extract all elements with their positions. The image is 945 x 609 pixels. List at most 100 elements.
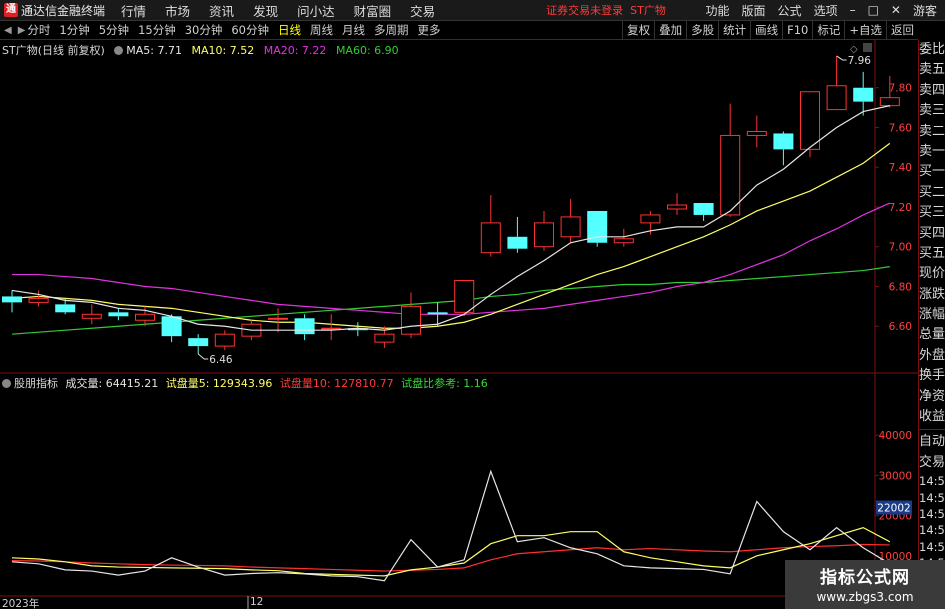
diamond-icon[interactable]: ◇ [850, 44, 858, 55]
tick-time-1: 14:55 [919, 490, 945, 505]
app-logo: 通 通达信金融终端 [0, 0, 109, 21]
candle-up[interactable] [560, 216, 581, 238]
indicator-name[interactable]: 股朋指标 [14, 377, 58, 390]
ma10-line [11, 142, 891, 329]
candle-up[interactable] [480, 222, 501, 254]
candle-down[interactable] [55, 304, 76, 313]
period-tab-4[interactable]: 30分钟 [185, 22, 223, 38]
tool-button-1[interactable]: 叠加 [654, 21, 686, 40]
candle-up[interactable] [800, 91, 820, 150]
quote-field-7: 买二 [919, 184, 945, 200]
date-label-month: 12 [250, 596, 264, 608]
quote-field-15: 外盘 [919, 347, 945, 363]
period-tab-2[interactable]: 5分钟 [99, 22, 129, 38]
candle-up[interactable] [454, 280, 475, 313]
candle-up[interactable] [640, 214, 661, 224]
candle-down[interactable] [427, 312, 448, 315]
candle-up[interactable] [720, 134, 741, 216]
period-tab-6[interactable]: 日线 [278, 22, 301, 38]
candle-up[interactable] [667, 204, 687, 210]
tick-time-2: 14:56 [919, 506, 945, 521]
period-tab-3[interactable]: 15分钟 [138, 22, 176, 38]
quote-panel: 委比 卖五 卖四 卖三 卖二 卖一 买一 买二 买三 买四 买五 现价 涨跌 涨幅 总量 外盘 换手 净资 收益 自动… [918, 40, 945, 609]
ratio-label: 试盘比参考: 1.16 [401, 377, 488, 390]
candle-up[interactable] [321, 327, 342, 330]
settings-circle-icon[interactable] [114, 46, 124, 55]
ma60-label: MA60: 6.90 [335, 44, 399, 57]
low-label: 6.46 [209, 354, 233, 366]
tool-button-7[interactable]: +自选 [844, 21, 886, 40]
candle-down[interactable] [161, 316, 182, 337]
menu-options[interactable]: 选项 [814, 2, 838, 19]
period-tab-10[interactable]: 更多 [417, 22, 440, 38]
menu-item-2[interactable]: 资讯 [209, 1, 234, 20]
login-warning[interactable]: 证券交易未登录 ST广物 [546, 2, 666, 18]
scroll-left-icon[interactable]: ◀ [4, 25, 12, 36]
tool-button-3[interactable]: 统计 [718, 21, 750, 40]
candle-up[interactable] [534, 222, 554, 248]
candle-up[interactable] [268, 317, 288, 320]
quote-field-13: 涨幅 [919, 307, 945, 323]
auto-trade-1[interactable]: 交易 [919, 453, 945, 473]
panel-toggle-icon[interactable] [863, 43, 872, 52]
candle-down[interactable] [853, 87, 874, 102]
tool-button-6[interactable]: 标记 [812, 21, 844, 40]
candle-up[interactable] [879, 97, 900, 107]
right-menu: 功能 版面 公式 选项 – □ ✕ 游客 [694, 2, 945, 19]
tool-button-4[interactable]: 画线 [750, 21, 782, 40]
candle-up[interactable] [826, 85, 847, 111]
tool-button-5[interactable]: F10 [782, 21, 812, 40]
menu-formula[interactable]: 公式 [778, 2, 802, 19]
menu-function[interactable]: 功能 [706, 2, 730, 19]
candle-up[interactable] [81, 313, 102, 319]
period-tab-8[interactable]: 月线 [342, 22, 365, 38]
tool-button-8[interactable]: 返回 [886, 21, 918, 40]
period-tab-0[interactable]: 分时 [27, 22, 50, 38]
candle-up[interactable] [28, 297, 49, 303]
panel-divider [919, 429, 945, 431]
auto-trade-0[interactable]: 自动 [919, 432, 945, 452]
vol10-label: 试盘量10: 127810.77 [279, 377, 394, 390]
candle-up[interactable] [214, 333, 235, 347]
menu-item-3[interactable]: 发现 [253, 1, 278, 20]
period-tab-7[interactable]: 周线 [310, 22, 333, 38]
scroll-right-icon[interactable]: ▶ [18, 25, 26, 36]
period-tab-9[interactable]: 多周期 [374, 22, 409, 38]
menu-item-4[interactable]: 问小达 [297, 1, 335, 20]
candle-down[interactable] [188, 338, 209, 347]
indicator-circle-icon[interactable] [2, 379, 11, 388]
kline-legend: ST广物(日线 前复权) MA5: 7.71 MA10: 7.52 MA20: … [2, 42, 399, 58]
date-label-year: 2023年 [2, 598, 40, 609]
menu-layout[interactable]: 版面 [742, 2, 766, 19]
quote-field-0: 委比 [919, 42, 945, 57]
tool-button-0[interactable]: 复权 [622, 21, 654, 40]
period-tab-5[interactable]: 60分钟 [231, 22, 269, 38]
quote-field-2: 卖四 [919, 82, 945, 98]
candle-down[interactable] [693, 203, 714, 215]
guest-user[interactable]: 游客 [913, 2, 937, 19]
kline-chart[interactable]: 7.80 7.60 7.40 7.20 7.00 6.80 6.60 40000 30000 20… [0, 40, 918, 609]
tool-button-2[interactable]: 多股 [686, 21, 718, 40]
candle-down[interactable] [773, 133, 794, 150]
close-icon[interactable]: ✕ [891, 3, 901, 17]
candle-down[interactable] [294, 318, 315, 335]
candle-up[interactable] [613, 238, 634, 244]
candle-up[interactable] [401, 305, 421, 335]
candle-down[interactable] [507, 236, 528, 249]
period-tab-1[interactable]: 1分钟 [59, 22, 89, 38]
menu-item-5[interactable]: 财富圈 [354, 1, 392, 20]
candle-up[interactable] [374, 333, 395, 343]
price-tick-label: 6.80 [889, 281, 912, 293]
tick-time-0: 14:55 [919, 474, 945, 489]
menu-item-6[interactable]: 交易 [410, 1, 435, 20]
restore-icon[interactable]: □ [868, 3, 879, 17]
candle-up[interactable] [746, 130, 767, 136]
candle-up[interactable] [135, 313, 155, 321]
menu-item-1[interactable]: 市场 [165, 1, 190, 20]
minimize-icon[interactable]: – [850, 3, 856, 17]
price-tick-label: 7.20 [889, 202, 912, 214]
candle-down[interactable] [2, 296, 22, 303]
menu-item-0[interactable]: 行情 [121, 1, 146, 20]
ma5-label: MA5: 7.71 [126, 44, 182, 57]
candle-down[interactable] [108, 312, 129, 317]
